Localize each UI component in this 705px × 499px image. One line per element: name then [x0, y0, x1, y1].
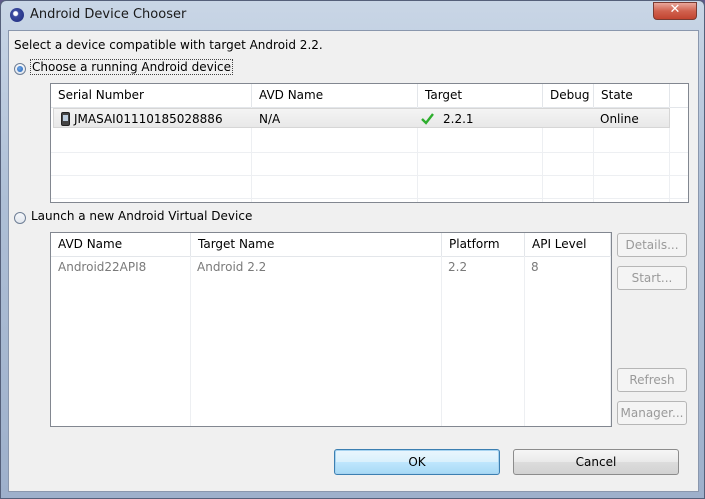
col-avd-name[interactable]: AVD Name [252, 84, 418, 107]
col-debug[interactable]: Debug [543, 84, 594, 107]
cell-platform: 2.2 [448, 260, 468, 274]
choose-running-label-text: Choose a running Android device [30, 59, 234, 75]
col-platform[interactable]: Platform [442, 233, 525, 256]
phone-icon [61, 112, 70, 126]
table-row[interactable]: Android22API8 Android 2.2 2.2 8 [51, 257, 611, 277]
col-state[interactable]: State [594, 84, 670, 107]
close-button[interactable]: ✕ [653, 2, 697, 20]
dialog-window: Android Device Chooser ✕ Select a device… [0, 0, 705, 499]
col-api-level[interactable]: API Level [525, 233, 611, 256]
start-button[interactable]: Start... [617, 266, 687, 290]
cell-avd-name: N/A [259, 112, 281, 126]
table-row[interactable]: JMASAI01110185028886 N/A 2.2.1 Online [53, 108, 670, 128]
prompt-text: Select a device compatible with target A… [14, 38, 323, 52]
col-avd-name[interactable]: AVD Name [51, 233, 191, 256]
avd-table-header: AVD Name Target Name Platform API Level [51, 233, 611, 257]
cancel-button[interactable]: Cancel [513, 449, 679, 475]
eclipse-app-icon [10, 8, 24, 22]
avd-table[interactable]: AVD Name Target Name Platform API Level … [50, 232, 612, 427]
cell-api-level: 8 [531, 260, 539, 274]
choose-running-radio[interactable] [14, 63, 26, 75]
check-icon [421, 113, 434, 125]
cell-target: 2.2.1 [443, 112, 474, 126]
launch-avd-radio[interactable] [14, 212, 26, 224]
refresh-button[interactable]: Refresh [617, 368, 687, 392]
cell-target-name: Android 2.2 [197, 260, 267, 274]
dialog-content: Select a device compatible with target A… [8, 30, 699, 492]
col-serial-number[interactable]: Serial Number [51, 84, 252, 107]
launch-avd-label[interactable]: Launch a new Android Virtual Device [31, 209, 252, 223]
window-title: Android Device Chooser [30, 7, 187, 22]
details-button[interactable]: Details... [617, 233, 687, 257]
col-target-name[interactable]: Target Name [191, 233, 442, 256]
ok-button[interactable]: OK [334, 449, 500, 475]
choose-running-label[interactable]: Choose a running Android device [30, 59, 234, 75]
cell-avd-name: Android22API8 [58, 260, 147, 274]
title-bar[interactable]: Android Device Chooser ✕ [1, 1, 704, 29]
cell-serial: JMASAI01110185028886 [74, 112, 223, 126]
col-target[interactable]: Target [418, 84, 543, 107]
manager-button[interactable]: Manager... [617, 401, 687, 425]
close-icon: ✕ [669, 2, 681, 17]
running-devices-table[interactable]: Serial Number AVD Name Target Debug Stat… [50, 83, 689, 203]
running-table-header: Serial Number AVD Name Target Debug Stat… [51, 84, 688, 108]
cell-state: Online [600, 112, 639, 126]
